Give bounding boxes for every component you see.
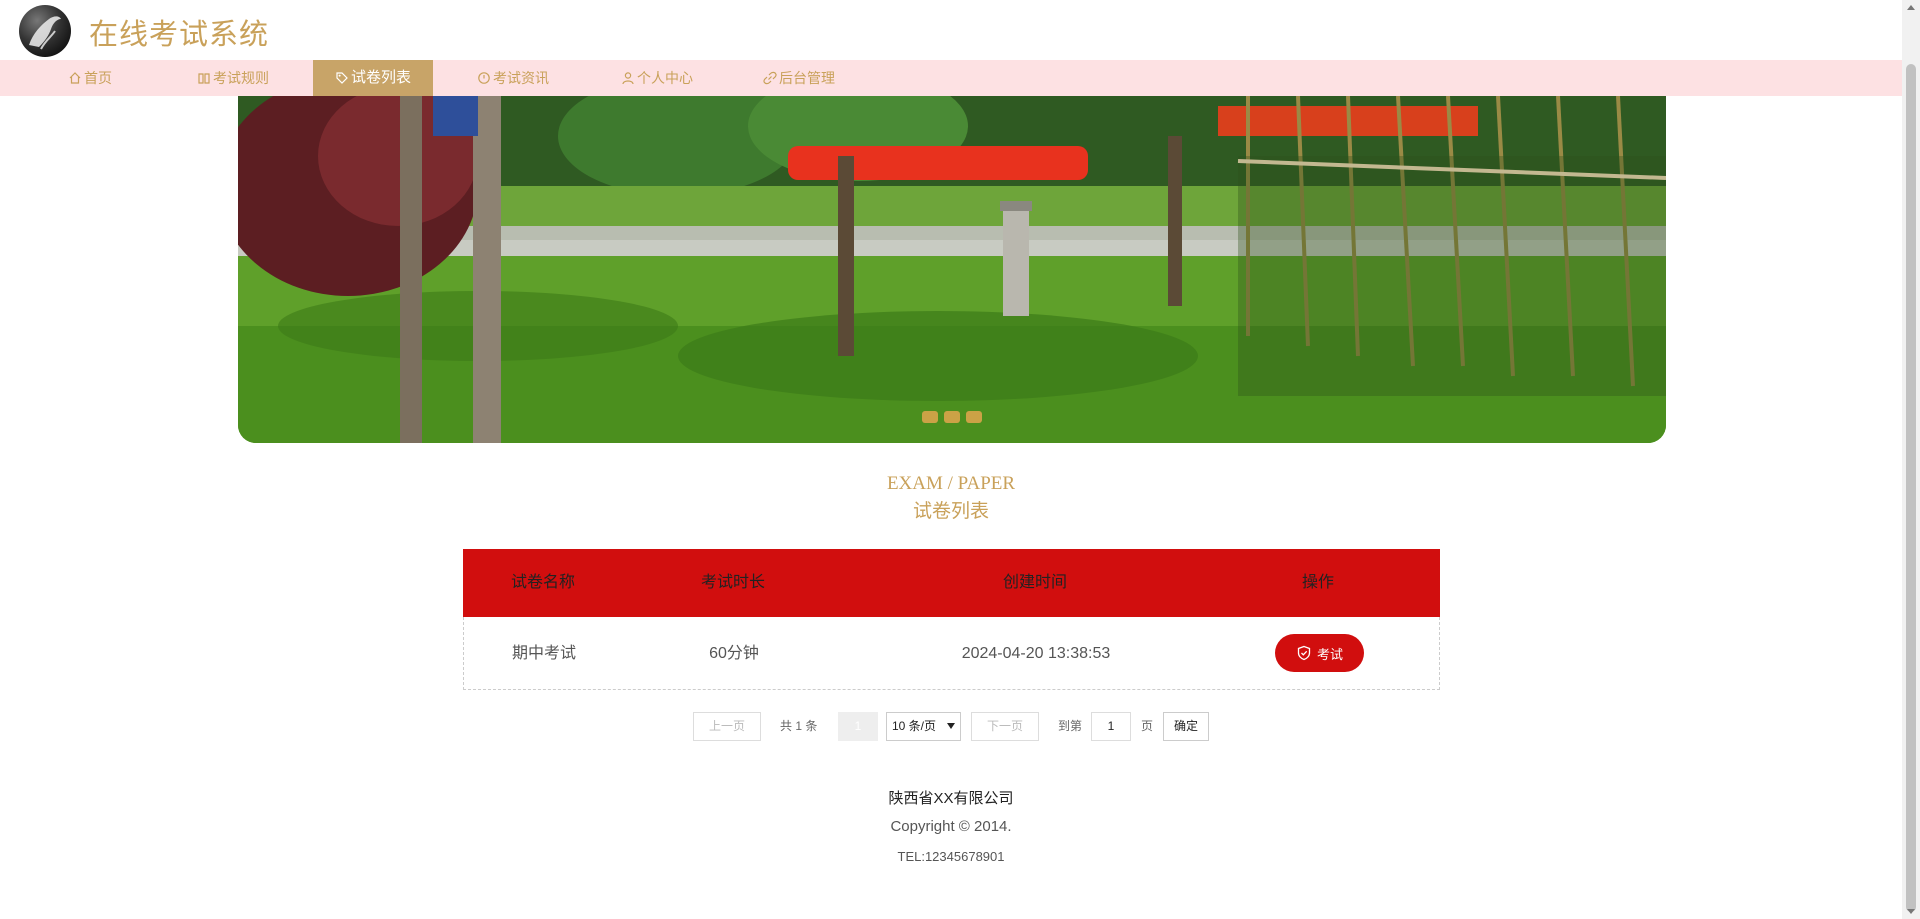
tag-icon xyxy=(336,72,348,84)
nav-personal-center-label: 个人中心 xyxy=(637,70,693,86)
carousel-dot[interactable] xyxy=(922,411,938,423)
user-icon xyxy=(622,72,634,85)
footer-copyright: Copyright © 2014. xyxy=(890,818,1012,835)
goto-label: 到第 xyxy=(1058,719,1083,733)
page-unit-label: 页 xyxy=(1141,719,1154,733)
next-page-button[interactable]: 下一页 xyxy=(971,712,1039,741)
nav-exam-rules-label: 考试规则 xyxy=(213,70,269,86)
prev-page-button[interactable]: 上一页 xyxy=(693,712,761,741)
nav-admin[interactable]: 后台管理 xyxy=(763,60,835,96)
nav-exam-rules[interactable]: 考试规则 xyxy=(197,60,269,96)
column-header-action: 操作 xyxy=(1301,574,1334,591)
nav-personal-center[interactable]: 个人中心 xyxy=(621,60,693,96)
nav-paper-list-label: 试卷列表 xyxy=(350,69,411,86)
page-size-select[interactable]: 10 条/页 xyxy=(886,712,961,741)
carousel-indicators xyxy=(922,411,982,423)
paper-duration-cell: 60分钟 xyxy=(709,645,759,662)
table-header: 试卷名称 考试时长 创建时间 操作 xyxy=(463,549,1440,617)
shield-check-icon xyxy=(1297,645,1311,661)
take-exam-label: 考试 xyxy=(1316,646,1343,662)
nav-home[interactable]: 首页 xyxy=(68,60,112,96)
main-nav: 首页 考试规则 试卷列表 考试资讯 个人中心 后台管理 xyxy=(0,60,1902,96)
book-icon xyxy=(198,73,210,84)
carousel-dot[interactable] xyxy=(944,411,960,423)
footer-company: 陕西省XX有限公司 xyxy=(888,790,1014,807)
page-size-value: 10 条/页 xyxy=(892,719,937,733)
nav-home-label: 首页 xyxy=(84,70,112,86)
column-header-duration: 考试时长 xyxy=(700,574,765,591)
nav-exam-news[interactable]: 考试资讯 xyxy=(477,60,549,96)
goto-confirm-button[interactable]: 确定 xyxy=(1163,712,1209,741)
site-header: 在线考试系统 xyxy=(0,0,1902,60)
chevron-down-icon xyxy=(947,723,955,729)
section-title-cn: 试卷列表 xyxy=(912,501,989,522)
scroll-up-icon[interactable] xyxy=(1907,5,1915,10)
page-scrollbar[interactable] xyxy=(1902,0,1920,919)
pagination: 上一页 共 1 条 1 10 条/页 下一页 到第 1 页 确定 xyxy=(0,712,1902,742)
column-header-created: 创建时间 xyxy=(1002,574,1067,591)
paper-created-cell: 2024-04-20 13:38:53 xyxy=(961,645,1111,662)
footer-tel: TEL:12345678901 xyxy=(897,849,1005,864)
site-title: 在线考试系统 xyxy=(89,17,270,51)
column-header-name: 试卷名称 xyxy=(510,574,575,591)
clock-icon xyxy=(478,72,490,84)
home-icon xyxy=(69,72,81,84)
carousel-dot[interactable] xyxy=(966,411,982,423)
nav-paper-list[interactable]: 试卷列表 xyxy=(313,60,433,96)
paper-name-cell: 期中考试 xyxy=(511,645,576,662)
scroll-thumb[interactable] xyxy=(1906,64,1916,912)
table-row: 期中考试 60分钟 2024-04-20 13:38:53 考试 xyxy=(463,617,1440,690)
nav-admin-label: 后台管理 xyxy=(779,70,835,86)
total-count: 共 1 条 xyxy=(780,719,818,733)
scroll-down-icon[interactable] xyxy=(1907,909,1915,914)
logo[interactable] xyxy=(19,5,71,57)
paper-table: 试卷名称 考试时长 创建时间 操作 期中考试 60分钟 2024-04-20 1… xyxy=(463,549,1440,690)
take-exam-button[interactable]: 考试 xyxy=(1275,634,1364,672)
goto-page-input[interactable]: 1 xyxy=(1091,712,1131,741)
link-icon xyxy=(763,71,777,85)
section-title-en: EXAM / PAPER xyxy=(886,473,1016,494)
banner-image xyxy=(238,96,1666,443)
banner-carousel[interactable] xyxy=(238,96,1666,443)
nav-exam-news-label: 考试资讯 xyxy=(493,70,549,86)
current-page[interactable]: 1 xyxy=(838,712,878,741)
